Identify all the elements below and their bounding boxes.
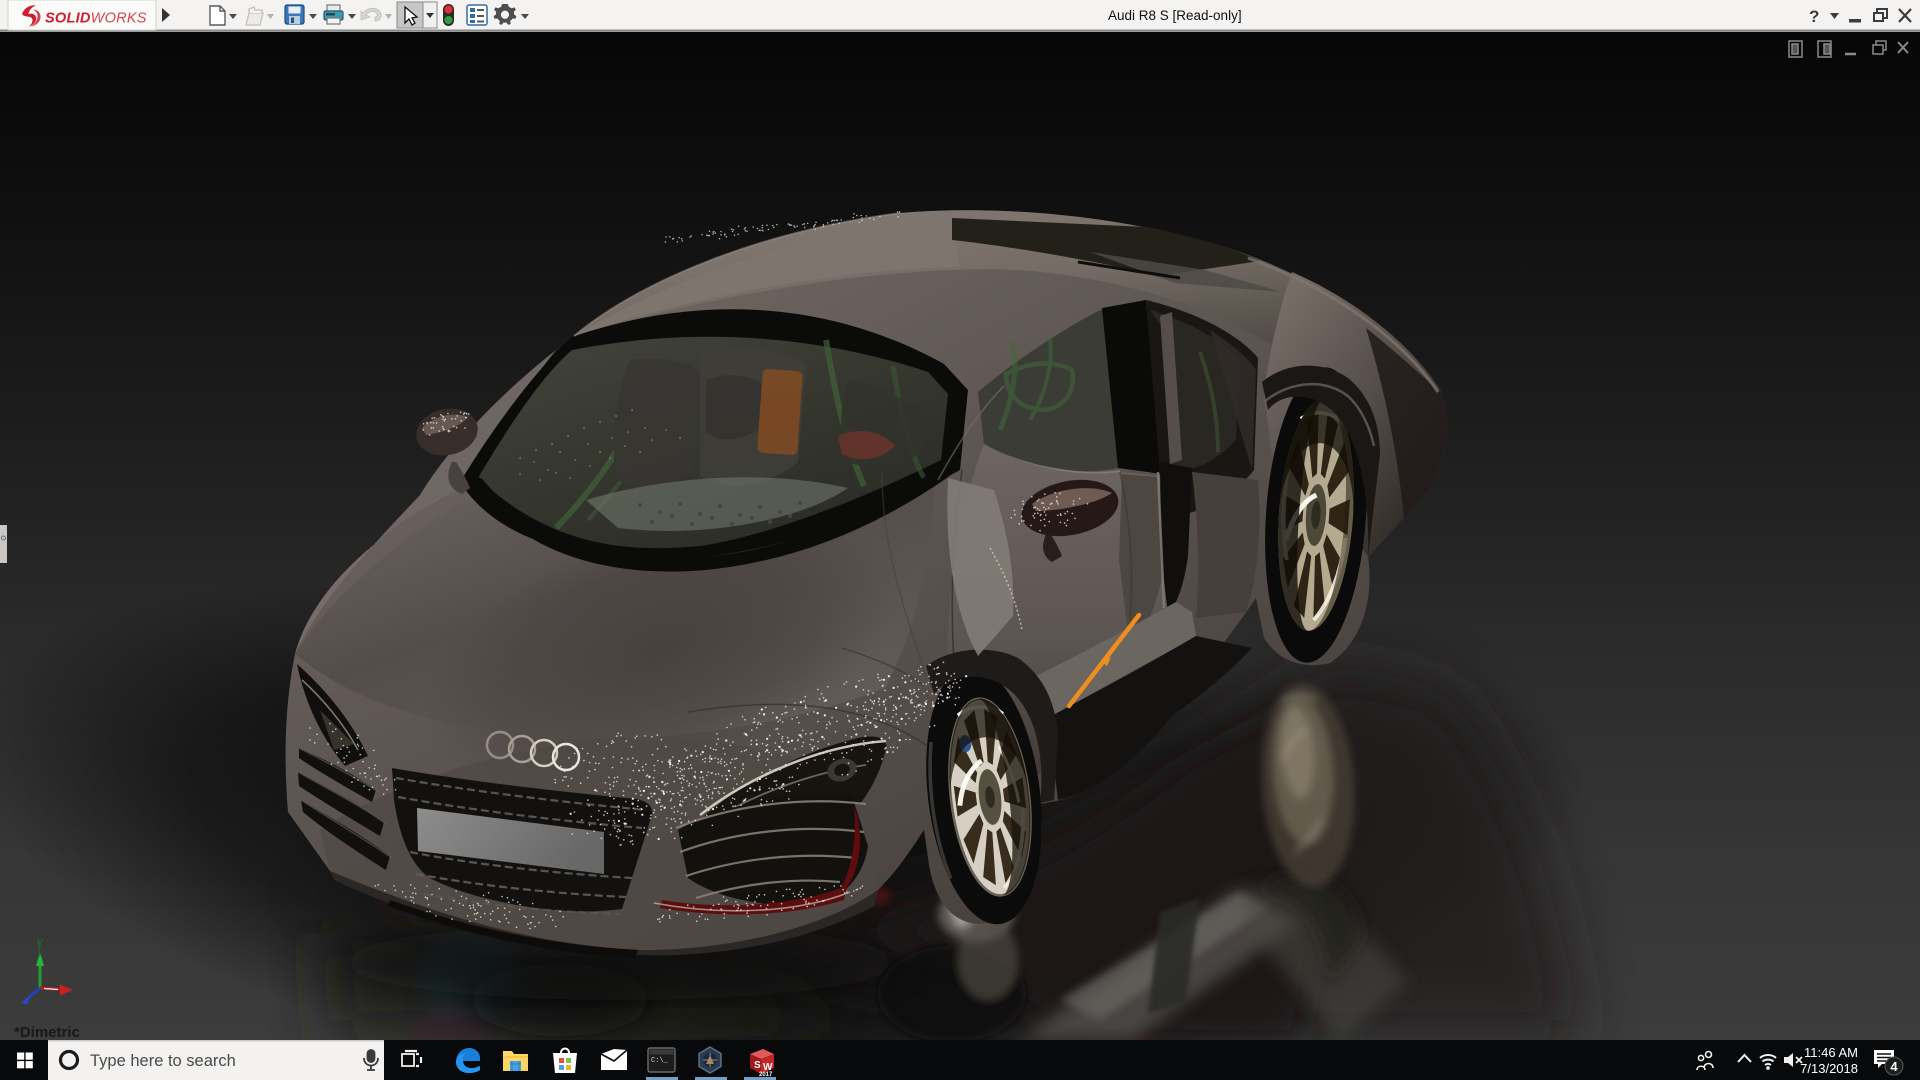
svg-text:?: ?: [1809, 7, 1819, 26]
svg-text:7/13/2018: 7/13/2018: [1800, 1061, 1858, 1076]
svg-text:C:\_: C:\_: [651, 1057, 669, 1065]
svg-text:*Dimetric: *Dimetric: [14, 1024, 80, 1041]
svg-text:SOLIDWORKS: SOLIDWORKS: [45, 11, 147, 27]
svg-text:4: 4: [1890, 1059, 1898, 1074]
svg-text:11:46 AM: 11:46 AM: [1804, 1045, 1858, 1060]
svg-text:S: S: [754, 1060, 761, 1071]
svg-text:Audi R8 S [Read-only]: Audi R8 S [Read-only]: [1108, 8, 1242, 23]
svg-text:Type here to search: Type here to search: [90, 1052, 236, 1070]
